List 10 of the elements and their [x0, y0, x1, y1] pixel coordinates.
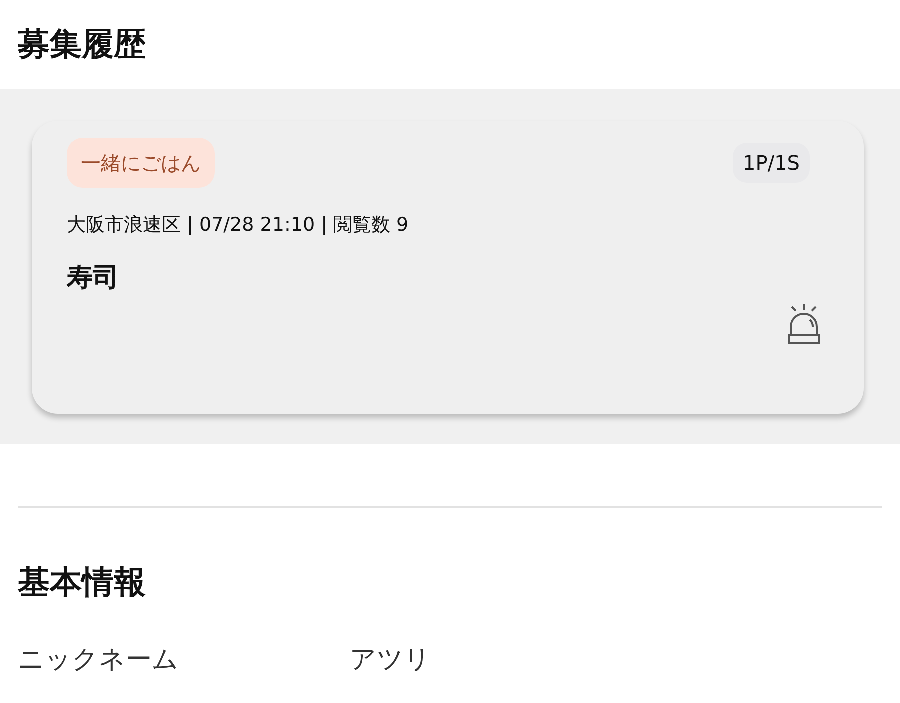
field-label: ニックネーム: [18, 644, 180, 677]
post-card[interactable]: 一緒にごはん 1P/1S 大阪市浪速区 | 07/28 21:10 | 閲覧数 9 寿司: [32, 121, 864, 414]
section-title: 募集履歴: [17, 24, 147, 65]
category-tag: 一緒にごはん: [67, 138, 215, 188]
post-title: 寿司: [67, 262, 120, 295]
count-badge: 1P/1S: [733, 143, 810, 183]
section-title: 基本情報: [17, 562, 147, 602]
field-value: アツリ: [350, 644, 431, 677]
post-meta: 大阪市浪速区 | 07/28 21:10 | 閲覧数 9: [67, 213, 410, 238]
siren-icon[interactable]: [786, 303, 822, 347]
